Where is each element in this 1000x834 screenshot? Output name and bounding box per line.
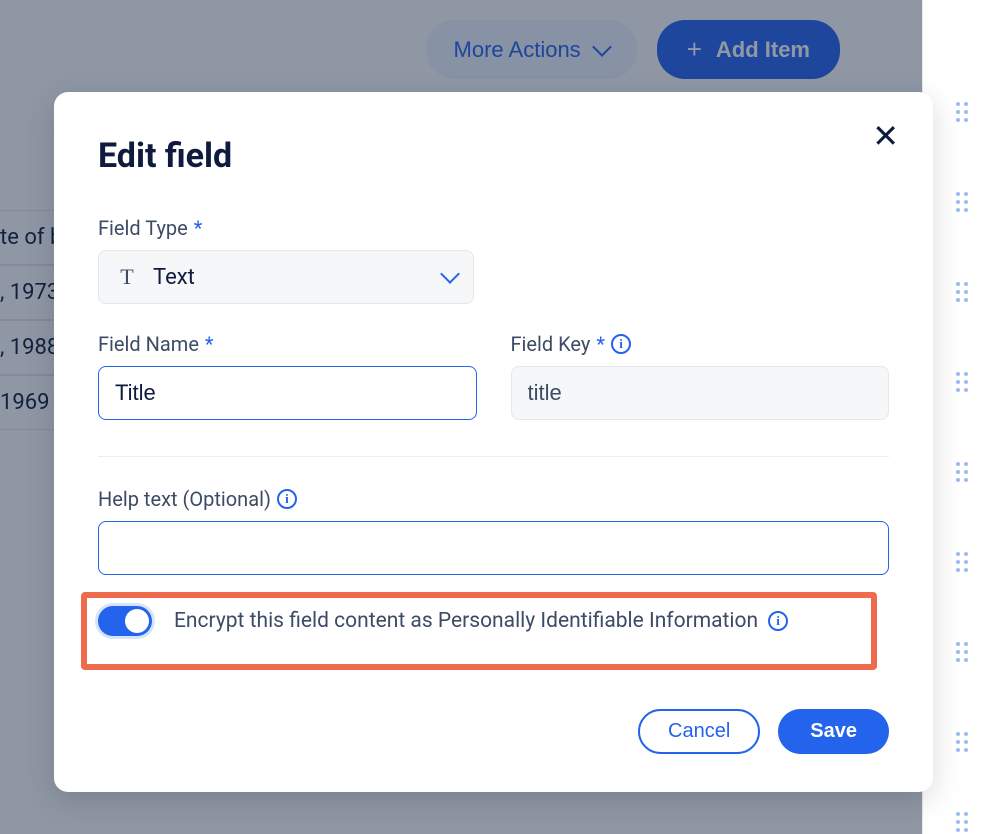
required-asterisk: * (205, 332, 214, 356)
encrypt-label: Encrypt this field content as Personally… (174, 609, 788, 633)
field-type-select[interactable]: T Text (98, 250, 474, 304)
drag-handle-icon[interactable] (956, 552, 968, 572)
text-type-icon: T (115, 265, 139, 289)
field-name-input[interactable] (98, 366, 477, 420)
field-type-label-text: Field Type (98, 216, 188, 240)
encrypt-pii-row: Encrypt this field content as Personally… (98, 606, 788, 636)
save-button[interactable]: Save (778, 709, 889, 754)
drag-handle-icon[interactable] (956, 812, 968, 832)
drag-handle-icon[interactable] (956, 102, 968, 122)
field-key-input[interactable] (511, 366, 890, 420)
info-icon[interactable]: i (768, 611, 788, 631)
required-asterisk: * (596, 332, 605, 356)
field-key-group: Field Key * i (511, 332, 890, 420)
field-type-label: Field Type * (98, 216, 889, 240)
close-button[interactable]: ✕ (872, 120, 899, 152)
required-asterisk: * (194, 216, 203, 240)
drag-handle-icon[interactable] (956, 462, 968, 482)
field-name-label: Field Name * (98, 332, 477, 356)
toggle-knob (125, 609, 149, 633)
encrypt-label-text: Encrypt this field content as Personally… (174, 609, 758, 633)
field-name-group: Field Name * (98, 332, 477, 420)
field-name-label-text: Field Name (98, 332, 199, 356)
edit-field-modal: ✕ Edit field Field Type * T Text Field N… (54, 92, 933, 792)
help-text-group: Help text (Optional) i (98, 487, 889, 575)
modal-title: Edit field (98, 136, 889, 176)
drag-handle-icon[interactable] (956, 732, 968, 752)
field-key-label-text: Field Key (511, 332, 591, 356)
drag-handle-icon[interactable] (956, 372, 968, 392)
field-key-label: Field Key * i (511, 332, 890, 356)
help-text-label-text: Help text (Optional) (98, 487, 271, 511)
cancel-button[interactable]: Cancel (638, 709, 760, 754)
right-drag-column (922, 0, 1000, 834)
encrypt-toggle[interactable] (98, 606, 152, 636)
info-icon[interactable]: i (611, 334, 631, 354)
field-type-group: Field Type * T Text (98, 216, 889, 304)
chevron-down-icon (440, 264, 460, 284)
close-icon: ✕ (872, 118, 899, 154)
drag-handle-icon[interactable] (956, 282, 968, 302)
info-icon[interactable]: i (277, 489, 297, 509)
drag-handle-icon[interactable] (956, 192, 968, 212)
help-text-label: Help text (Optional) i (98, 487, 889, 511)
modal-footer: Cancel Save (638, 709, 889, 754)
help-text-input[interactable] (98, 521, 889, 575)
drag-handle-icon[interactable] (956, 642, 968, 662)
divider (98, 456, 889, 457)
field-type-value: Text (153, 265, 429, 290)
